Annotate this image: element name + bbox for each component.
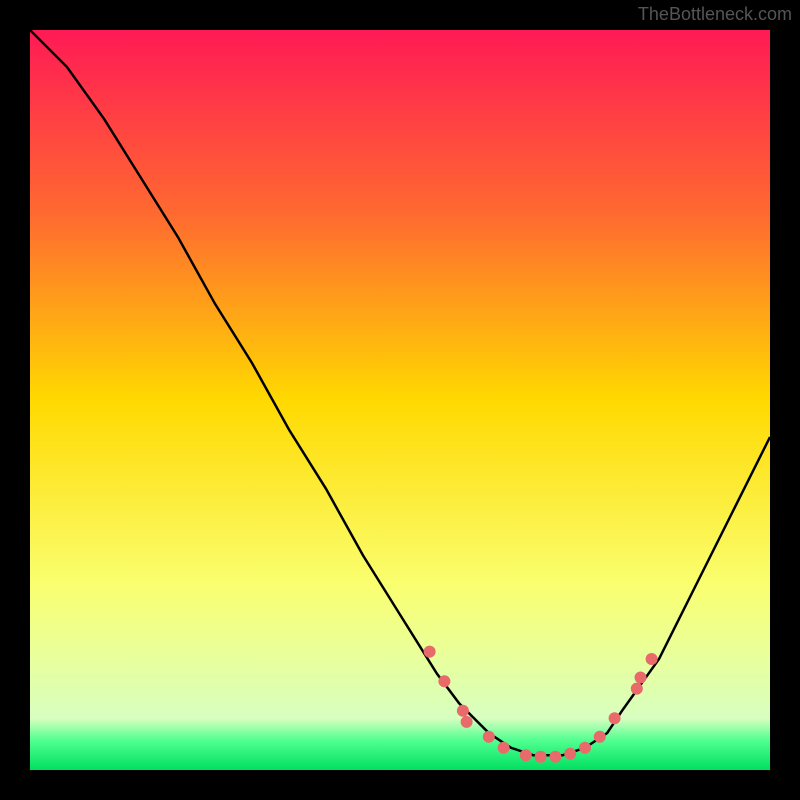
data-marker [564, 748, 576, 760]
chart-container [30, 30, 770, 770]
data-marker [609, 712, 621, 724]
data-marker [498, 742, 510, 754]
data-marker [424, 646, 436, 658]
data-marker [520, 749, 532, 761]
data-marker [631, 683, 643, 695]
data-marker [483, 731, 495, 743]
data-marker [457, 705, 469, 717]
data-marker [438, 675, 450, 687]
data-marker [579, 742, 591, 754]
data-marker [646, 653, 658, 665]
bottleneck-chart [30, 30, 770, 770]
data-marker [461, 716, 473, 728]
data-marker [635, 672, 647, 684]
data-marker [594, 731, 606, 743]
watermark-text: TheBottleneck.com [638, 4, 792, 25]
data-marker [549, 751, 561, 763]
data-marker [535, 751, 547, 763]
